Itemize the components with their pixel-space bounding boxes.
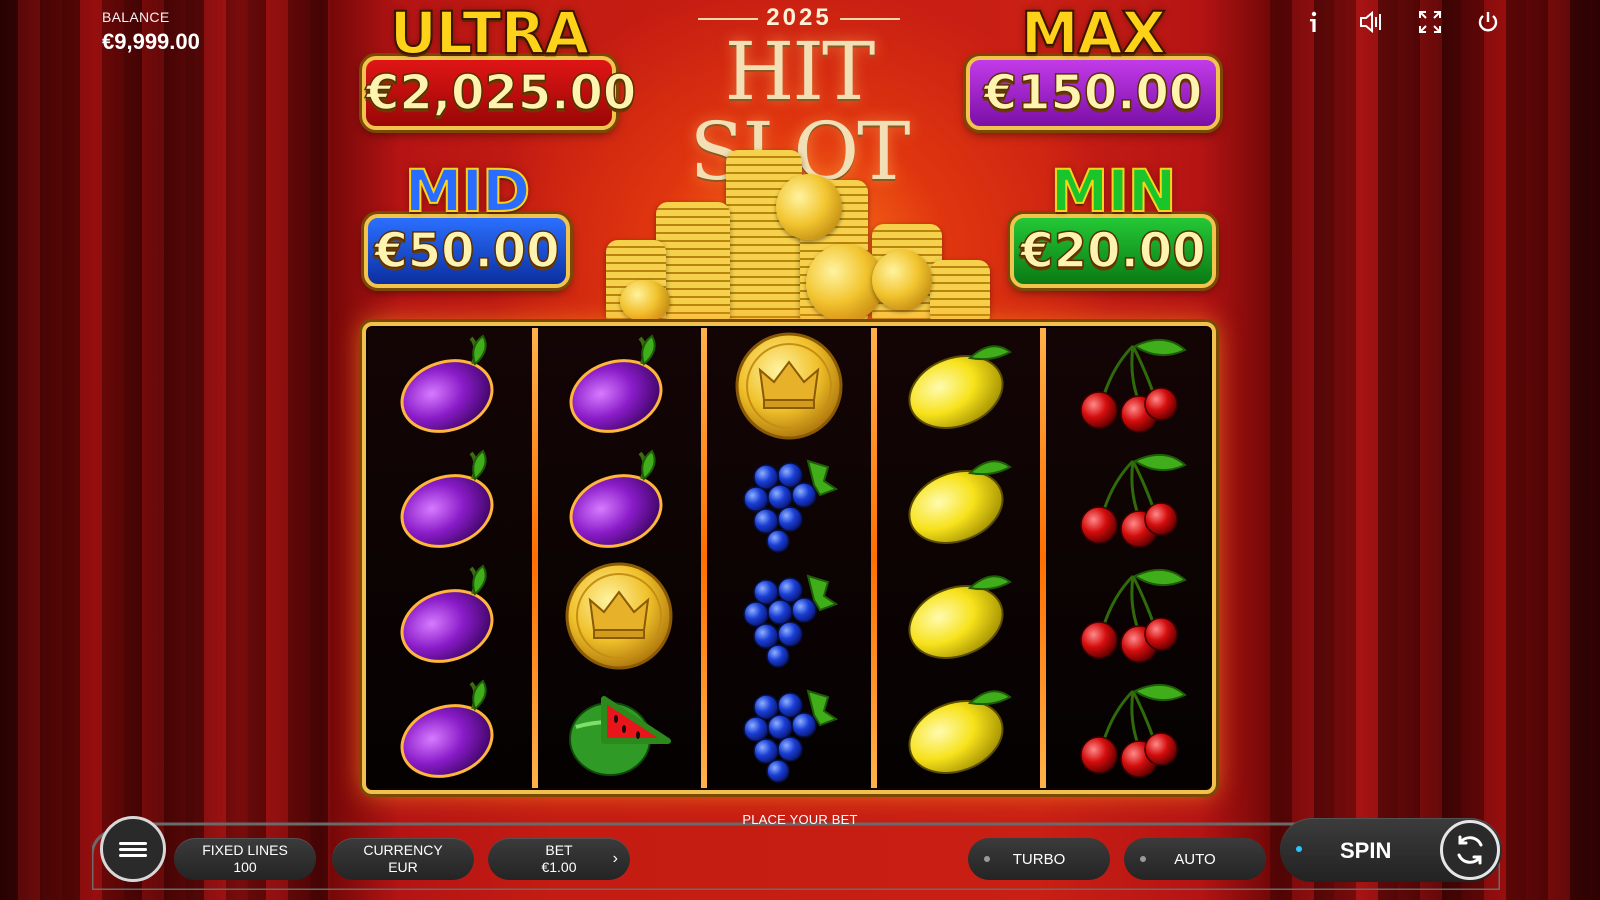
cherry-symbol [1073,679,1187,783]
cherry-symbol [1073,449,1187,553]
currency-value: EUR [388,859,418,875]
auto-label: AUTO [1174,850,1216,868]
turbo-toggle[interactable]: TURBO [968,838,1110,880]
gold-coin-pile [600,150,1000,322]
jackpot-max: MAX €150.00 [966,0,1220,130]
right-curtain [1270,0,1600,900]
jackpot-mid-title: MID [404,157,531,225]
jackpot-max-amount: €150.00 [966,56,1220,130]
jackpot-ultra: ULTRA €2,025.00 [362,0,637,130]
turbo-indicator-icon [984,856,990,862]
lemon-symbol [904,564,1014,668]
bet-value: €1.00 [541,859,577,875]
currency-display: CURRENCY EUR [332,838,474,880]
crown-coin-symbol [734,332,844,439]
sound-icon[interactable] [1358,8,1386,36]
spin-indicator-icon [1296,846,1302,852]
top-toolbar [1300,8,1502,36]
fixed-lines-display: FIXED LINES 100 [174,838,316,880]
left-curtain [0,0,330,900]
grapes-symbol [734,679,844,783]
grapes-symbol [734,564,844,668]
watermelon-symbol [564,679,674,783]
refresh-spin-icon[interactable] [1440,820,1500,880]
power-icon[interactable] [1474,8,1502,36]
jackpot-ultra-title: ULTRA [389,0,591,67]
balance-label: BALANCE [102,9,170,25]
fullscreen-icon[interactable] [1416,8,1444,36]
jackpot-max-title: MAX [1020,0,1167,67]
currency-label: CURRENCY [363,842,443,858]
plum-symbol [395,449,505,553]
lemon-symbol [904,679,1014,783]
balance-value: €9,999.00 [102,29,200,54]
jackpot-min: MIN €20.00 [1010,157,1216,288]
menu-button[interactable] [100,816,166,882]
lemon-symbol [904,449,1014,553]
jackpot-mid-amount: €50.00 [364,214,570,288]
fixed-lines-label: FIXED LINES [202,842,288,858]
spin-button[interactable]: SPIN [1280,818,1502,882]
grapes-symbol [734,449,844,553]
turbo-label: TURBO [1012,850,1066,868]
crown-coin-symbol [564,562,674,669]
hamburger-icon [119,839,147,860]
reel-4 [870,328,1041,788]
info-icon[interactable] [1300,8,1328,36]
fixed-lines-value: 100 [233,859,257,875]
reel-1 [368,328,532,788]
jackpot-ultra-amount: €2,025.00 [362,56,637,130]
plum-symbol [395,679,505,783]
plum-symbol [395,334,505,438]
plum-symbol [395,564,505,668]
plum-symbol [564,334,674,438]
reel-2 [531,328,702,788]
bet-label: BET [545,842,573,858]
jackpot-min-amount: €20.00 [1010,214,1216,288]
plum-symbol [564,449,674,553]
auto-indicator-icon [1140,856,1146,862]
autoplay-toggle[interactable]: AUTO [1124,838,1266,880]
reel-5 [1040,328,1210,788]
cherry-symbol [1073,334,1187,438]
cherry-symbol [1073,564,1187,668]
balance-display: BALANCE €9,999.00 [102,9,200,55]
bet-selector[interactable]: BET €1.00 › [488,838,630,880]
chevron-right-icon[interactable]: › [613,850,618,867]
reels-area [362,322,1216,794]
jackpot-mid: MID €50.00 [364,157,570,288]
lemon-symbol [904,334,1014,438]
spin-label: SPIN [1340,838,1392,863]
jackpot-min-title: MIN [1050,157,1178,225]
reel-3 [701,328,871,788]
